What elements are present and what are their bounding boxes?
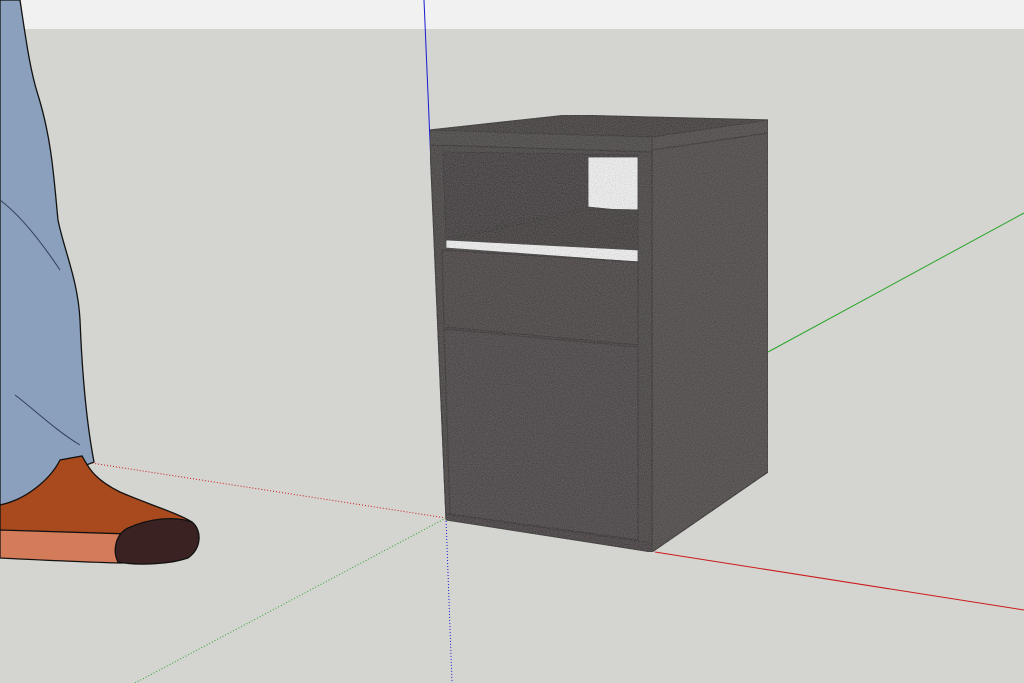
cabinet-side-panel xyxy=(651,132,769,554)
scale-figure-jeans xyxy=(0,0,95,506)
cabinet-model[interactable] xyxy=(429,114,769,554)
blue-axis-negative xyxy=(445,517,453,683)
shelf-back-opening-light xyxy=(587,156,639,213)
scale-figure[interactable] xyxy=(0,0,200,565)
model-viewport[interactable] xyxy=(0,0,1024,683)
green-axis xyxy=(767,212,1024,353)
red-axis xyxy=(654,551,1024,611)
lower-drawer-front xyxy=(443,328,639,541)
scene-canvas[interactable] xyxy=(0,0,1024,683)
